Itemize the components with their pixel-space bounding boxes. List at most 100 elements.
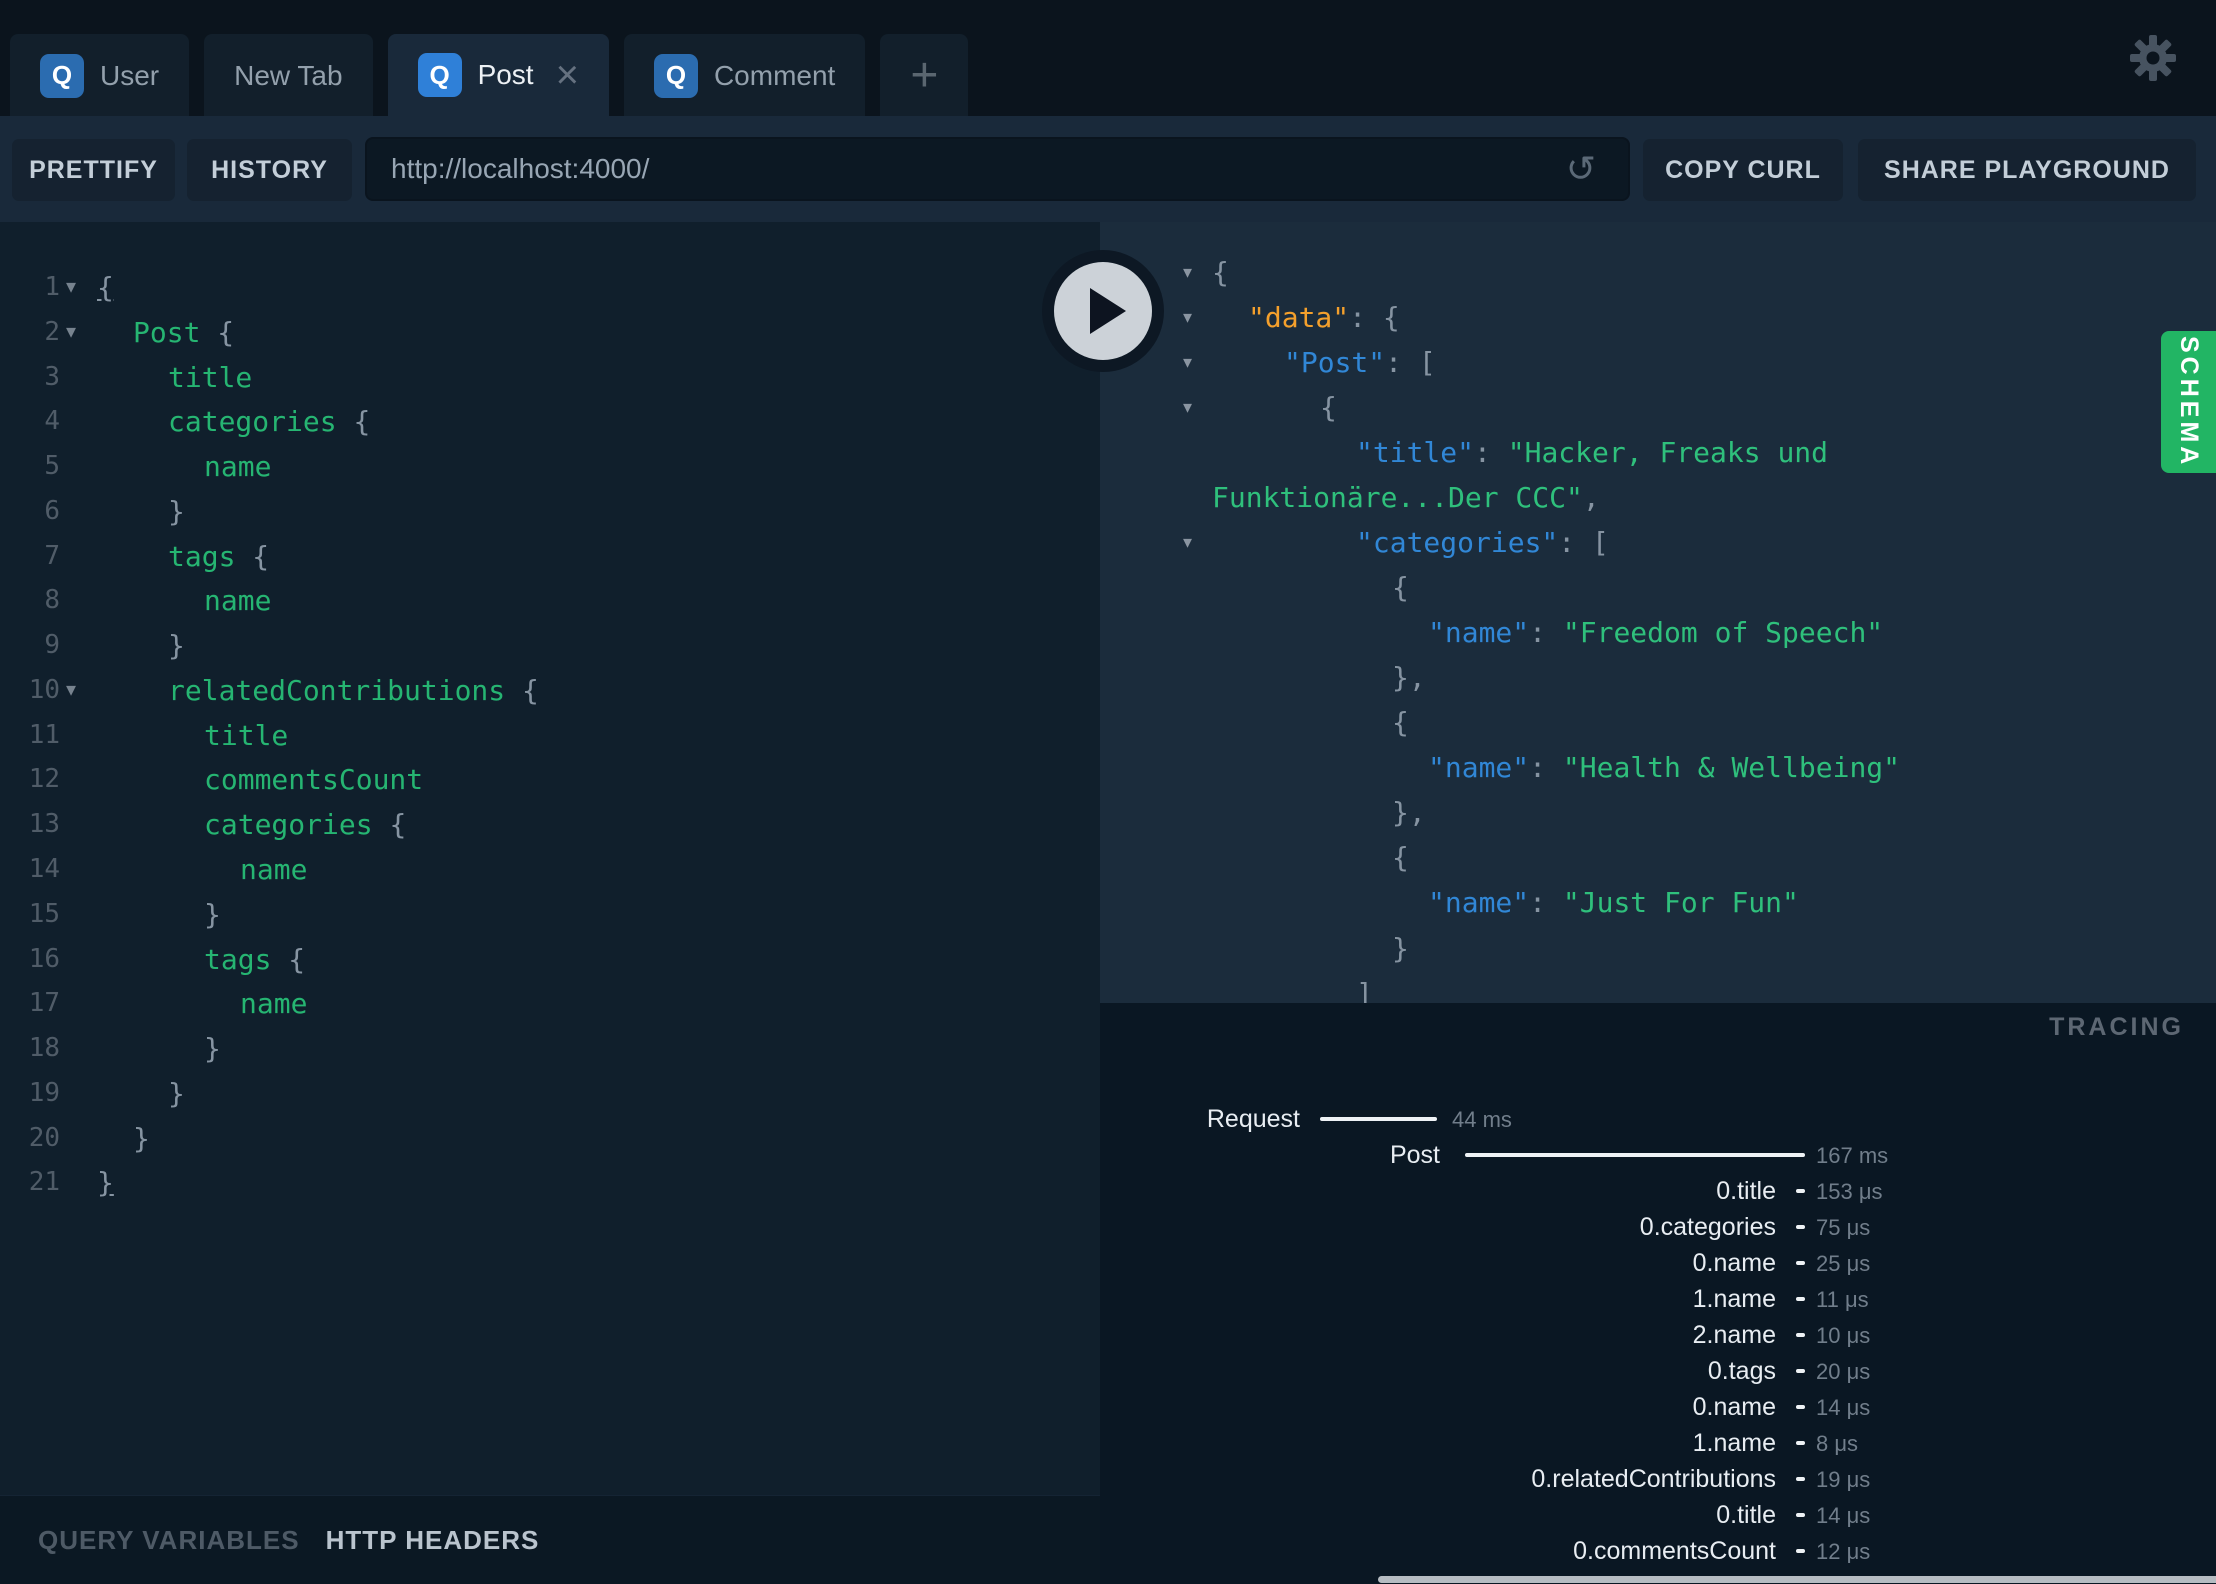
code-text: "categories": [ [1356, 520, 1609, 565]
editor-line: 19} [0, 1071, 1100, 1116]
token: relatedContributions [168, 674, 523, 707]
query-editor[interactable]: 1 ▾{2 ▾ Post {3 title 4 categories {5 name 6} 7 ta… [0, 222, 1100, 1495]
query-badge: Q [417, 53, 462, 97]
fold-arrow-icon[interactable]: ▾ [1183, 250, 1207, 295]
line-number: 2 [44, 317, 60, 347]
response-line: { [1100, 700, 2216, 745]
tracing-row-value: 25 μs [1816, 1251, 1871, 1276]
new-tab-button[interactable]: + [880, 34, 969, 117]
copy-curl-button[interactable]: COPY CURL [1643, 139, 1843, 201]
tracing-row-value: 19 μs [1816, 1467, 1871, 1492]
line-number: 14 [28, 854, 60, 884]
token: } [1392, 932, 1409, 965]
tab-new-tab[interactable]: New Tab [204, 34, 373, 117]
share-playground-button[interactable]: SHARE PLAYGROUND [1858, 139, 2196, 201]
tracing-row-label: 0.name [1692, 1249, 1776, 1277]
fold-arrow-icon[interactable]: ▾ [1183, 340, 1207, 385]
tracing-row-label: Request [1206, 1105, 1300, 1133]
query-variables-tab[interactable]: QUERY VARIABLES [38, 1525, 300, 1556]
query-badge: Q [653, 53, 698, 98]
editor-line: 9} [0, 623, 1100, 668]
token: { [252, 540, 270, 573]
token: [ [1592, 526, 1609, 559]
tracing-dash [1796, 1369, 1805, 1373]
line-number: 11 [28, 720, 60, 750]
code-text: } [168, 489, 185, 534]
response-line: } [1100, 926, 2216, 971]
http-headers-tab[interactable]: HTTP HEADERS [326, 1525, 540, 1556]
token: "name" [1428, 616, 1530, 649]
tab-comment[interactable]: Q Comment [623, 34, 866, 117]
fold-arrow-icon[interactable]: ▾ [1183, 385, 1207, 430]
editor-line: 13 categories { [0, 802, 1100, 847]
tracing-row: 0.title 14 μs [1100, 1499, 2216, 1531]
tab-post[interactable]: Q Post × [387, 34, 609, 116]
close-tab-icon[interactable]: × [556, 55, 579, 95]
toolbar: PRETTIFY HISTORY http://localhost:4000/ … [0, 116, 2216, 222]
editor-line: 11 title [0, 713, 1100, 758]
token: name [204, 584, 272, 617]
tracing-dash [1796, 1549, 1805, 1553]
token: } [204, 1032, 221, 1065]
settings-gear-icon[interactable] [2128, 33, 2178, 83]
code-text: "name": "Health & Wellbeing" [1428, 745, 1900, 790]
code-text: title [168, 355, 252, 400]
tracing-row-label: 0.relatedContributions [1531, 1465, 1776, 1493]
token: "name" [1428, 886, 1530, 919]
fold-arrow-icon[interactable]: ▾ [66, 668, 90, 713]
response-line: { [1100, 565, 2216, 610]
tracing-row-label: 1.name [1692, 1429, 1776, 1457]
endpoint-url-value: http://localhost:4000/ [391, 153, 650, 184]
token: { [217, 316, 235, 349]
token: } [168, 495, 185, 528]
token: { [389, 808, 407, 841]
tracing-dash [1796, 1333, 1805, 1337]
token: categories [168, 405, 354, 438]
tracing-dash [1796, 1189, 1805, 1193]
code-text: { [1392, 835, 1409, 880]
endpoint-url-input[interactable]: http://localhost:4000/ ↺ [365, 137, 1630, 201]
editor-line: 12 commentsCount [0, 757, 1100, 802]
schema-tab[interactable]: SCHEMA [2161, 331, 2216, 473]
prettify-button[interactable]: PRETTIFY [12, 139, 175, 201]
tab-label: New Tab [234, 59, 343, 91]
token: { [1382, 301, 1400, 334]
editor-line: 17 name [0, 981, 1100, 1026]
tab-user[interactable]: Q User [10, 34, 190, 117]
token: , [1582, 481, 1600, 514]
horizontal-scrollbar[interactable] [1378, 1576, 2216, 1583]
editor-line: 14 name [0, 847, 1100, 892]
tracing-dash [1796, 1225, 1805, 1229]
line-number: 3 [44, 362, 60, 392]
response-line: ▾{ [1100, 250, 2216, 295]
response-line: Funktionäre...Der CCC", [1100, 475, 2216, 520]
tracing-row-value: 8 μs [1816, 1431, 1859, 1456]
token: ] [1356, 977, 1373, 1003]
history-button[interactable]: HISTORY [187, 139, 352, 201]
fold-arrow-icon[interactable]: ▾ [1183, 295, 1207, 340]
fold-arrow-icon[interactable]: ▾ [66, 310, 90, 355]
execute-query-button[interactable] [1042, 250, 1164, 372]
response-line: ▾ "data": { [1100, 295, 2216, 340]
editor-line: 21} [0, 1160, 1100, 1205]
code-text: { [1392, 700, 1409, 745]
tracing-row: 0.categories 75 μs [1100, 1211, 2216, 1243]
line-number: 20 [28, 1123, 60, 1153]
tracing-bar [1465, 1153, 1805, 1157]
tracing-row-value: 11 μs [1816, 1287, 1869, 1312]
token: : [1349, 301, 1383, 334]
token: name [204, 450, 272, 483]
tracing-row-label: 0.commentsCount [1573, 1537, 1776, 1565]
line-number: 9 [44, 630, 60, 660]
code-text: categories { [168, 399, 370, 444]
fold-arrow-icon[interactable]: ▾ [66, 265, 90, 310]
token: "categories" [1356, 526, 1559, 559]
tracing-row-value: 10 μs [1816, 1323, 1871, 1348]
reload-icon[interactable]: ↺ [1566, 148, 1596, 190]
code-text: { [97, 265, 114, 310]
tab-strip: Q User New Tab Q Post × Q Comment + [10, 34, 969, 117]
tracing-title: TRACING [2049, 1013, 2184, 1041]
editor-line: 20} [0, 1116, 1100, 1161]
tracing-row: 1.name 11 μs [1100, 1283, 2216, 1315]
fold-arrow-icon[interactable]: ▾ [1183, 520, 1207, 565]
